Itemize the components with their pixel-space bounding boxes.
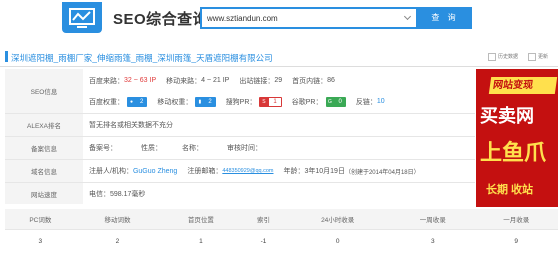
stats-header: 一周收录 xyxy=(391,209,475,230)
title-marker xyxy=(5,51,8,62)
google-pr-label: 谷歌PR： xyxy=(291,98,323,106)
stats-value-row: 3 2 1 -1 0 3 9 xyxy=(5,229,558,253)
beian-label: 备案信息 xyxy=(5,137,83,159)
stats-value[interactable]: 1 xyxy=(159,229,242,253)
baidu-weight-badge[interactable]: ● 2 xyxy=(127,96,148,107)
outbound-links-value[interactable]: 29 xyxy=(274,77,282,84)
speed-label: 网站速度 xyxy=(5,183,83,204)
alexa-label: ALEXA排名 xyxy=(5,114,83,136)
ad-line-4: 长期 收站 xyxy=(486,184,534,196)
outbound-links-label: 出站链接： xyxy=(239,77,275,85)
info-table: SEO信息 百度来路： 32 ~ 63 IP 移动来路： 4 ~ 21 IP 出站链… xyxy=(5,69,475,204)
stats-value[interactable]: 3 xyxy=(5,229,76,253)
email-value[interactable]: 448350929@qq.com xyxy=(222,168,273,174)
mobile-weight-label: 移动权重： xyxy=(157,98,193,106)
header: SEO综合查询 查 询 xyxy=(0,0,558,42)
search-button[interactable]: 查 询 xyxy=(418,7,472,29)
seo-label: SEO信息 xyxy=(5,69,83,113)
ad-line-3: 上鱼爪 xyxy=(480,140,547,165)
sogou-pr-label: 搜狗PR： xyxy=(225,98,257,106)
stats-header: 首页位置 xyxy=(159,209,243,230)
chevron-down-icon[interactable] xyxy=(403,12,412,21)
speed-text: 电信：598.17毫秒 xyxy=(89,190,146,198)
stats-table: PC词数 移动词数 首页位置 索引 24小时收录 一周收录 一月收录 3 2 1… xyxy=(5,209,558,253)
page-title: SEO综合查询 xyxy=(113,11,209,28)
stats-header: 24小时收录 xyxy=(284,209,392,230)
ad-banner[interactable]: 网站变现 买卖网 上鱼爪 长期 收站 xyxy=(476,69,558,207)
alexa-row: ALEXA排名 暂无排名或相关数据不充分 xyxy=(5,114,475,137)
beian-audit-time: 审核时间： xyxy=(227,145,262,152)
mobile-weight-badge[interactable]: ▮ 2 xyxy=(195,96,216,107)
history-icon xyxy=(488,53,496,61)
stats-value[interactable]: -1 xyxy=(243,229,285,253)
stats-header: 一月收录 xyxy=(474,209,558,230)
created-date: （创建于2014年04月18日） xyxy=(344,169,420,176)
backlinks-value[interactable]: 10 xyxy=(377,98,385,105)
search-box[interactable] xyxy=(200,7,418,29)
baidu-weight-label: 百度权重： xyxy=(89,98,124,106)
chart-monitor-icon xyxy=(69,8,95,28)
stats-value[interactable]: 0 xyxy=(284,229,391,253)
mobile-source-value: 4 ~ 21 IP xyxy=(201,77,230,84)
logo xyxy=(62,2,102,33)
sogou-icon: S xyxy=(259,96,269,107)
beian-nature: 性质： xyxy=(141,145,162,152)
registrant-label: 注册人/机构： xyxy=(89,168,133,175)
domain-label: 域名信息 xyxy=(5,160,83,182)
search-input[interactable] xyxy=(202,9,398,27)
stats-value[interactable]: 9 xyxy=(474,229,558,253)
stats-header: 索引 xyxy=(242,209,285,230)
age-label: 年龄： xyxy=(283,168,305,175)
homepage-links-value[interactable]: 86 xyxy=(327,77,335,84)
baidu-source-label: 百度来路： xyxy=(89,77,124,85)
google-pr-badge[interactable]: G0 xyxy=(325,96,346,107)
mobile-icon: ▮ xyxy=(195,96,205,107)
beian-number: 备案号： xyxy=(89,145,117,152)
ad-line-2: 买卖网 xyxy=(480,106,534,126)
registrant-value[interactable]: GuGuo Zheng xyxy=(133,168,177,175)
sogou-pr-badge[interactable]: S1 xyxy=(259,96,282,107)
site-title-bar: 深圳遮阳棚_雨棚厂家_伸缩雨篷_雨棚_深圳雨篷_天盾遮阳棚有限公司 历史数据 更… xyxy=(0,47,558,67)
stats-header: PC词数 xyxy=(5,209,76,230)
history-data-button[interactable]: 历史数据 xyxy=(488,52,518,62)
backlinks-label: 反链： xyxy=(355,98,377,106)
update-button[interactable]: 更新 xyxy=(528,52,548,62)
beian-row: 备案信息 备案号： 性质： 名称： 审核时间： xyxy=(5,137,475,160)
domain-row: 域名信息 注册人/机构： GuGuo Zheng 注册邮箱： 448350929@q… xyxy=(5,160,475,183)
mobile-source-label: 移动来路： xyxy=(166,77,202,85)
speed-row: 网站速度 电信：598.17毫秒 xyxy=(5,183,475,204)
baidu-source-value: 32 ~ 63 IP xyxy=(124,77,157,84)
refresh-icon xyxy=(528,53,536,61)
stats-value[interactable]: 2 xyxy=(76,229,159,253)
alexa-text: 暂无排名或相关数据不充分 xyxy=(89,122,173,129)
email-label: 注册邮箱： xyxy=(187,168,223,175)
age-value: 3年10月19日 xyxy=(304,168,345,175)
stats-header-row: PC词数 移动词数 首页位置 索引 24小时收录 一周收录 一月收录 xyxy=(5,209,558,230)
google-icon: G xyxy=(325,96,335,107)
ad-line-1: 网站变现 xyxy=(488,77,558,94)
homepage-links-label: 首页内链： xyxy=(292,77,328,85)
site-title[interactable]: 深圳遮阳棚_雨棚厂家_伸缩雨篷_雨棚_深圳雨篷_天盾遮阳棚有限公司 xyxy=(11,52,273,64)
stats-header: 移动词数 xyxy=(75,209,160,230)
stats-value[interactable]: 3 xyxy=(391,229,474,253)
paw-icon: ● xyxy=(127,96,136,107)
seo-row: SEO信息 百度来路： 32 ~ 63 IP 移动来路： 4 ~ 21 IP 出站链… xyxy=(5,69,475,114)
beian-name: 名称： xyxy=(182,145,203,152)
